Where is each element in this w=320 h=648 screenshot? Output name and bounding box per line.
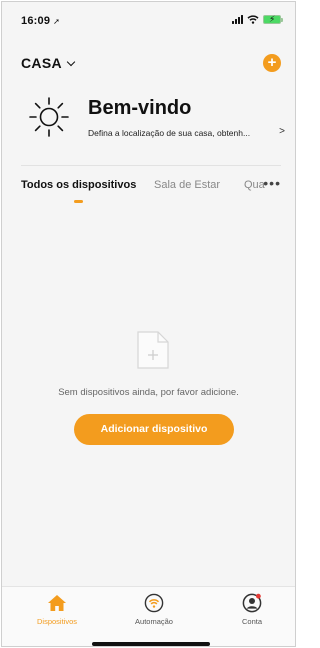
welcome-banner[interactable]: Bem-vindo Defina a localização de sua ca… (24, 91, 285, 147)
empty-state-message: Sem dispositivos ainda, por favor adicio… (58, 387, 239, 398)
wifi-icon (247, 15, 259, 24)
home-indicator (92, 642, 210, 646)
nav-label-devices: Dispositivos (36, 617, 77, 626)
welcome-title: Bem-vindo (88, 97, 192, 119)
active-tab-indicator (74, 200, 83, 203)
app-screen: 16:09 ➚ ⚡ CASA + Bem-vindo Defina a loca… (1, 1, 296, 647)
tab-all-devices[interactable]: Todos os dispositivos (21, 179, 136, 191)
battery-icon: ⚡ (263, 14, 283, 24)
more-options-icon[interactable]: ••• (263, 175, 281, 191)
nav-item-automation[interactable]: Automação (114, 593, 194, 626)
tab-bedroom[interactable]: Qua (244, 179, 265, 191)
chevron-down-icon (66, 57, 76, 66)
bottom-navigation: Dispositivos Automação Conta (2, 586, 295, 646)
home-selector[interactable]: CASA (21, 55, 76, 71)
sun-icon (29, 97, 69, 137)
status-icons: ⚡ (232, 14, 283, 24)
nav-label-automation: Automação (135, 617, 173, 626)
tab-living-room[interactable]: Sala de Estar (154, 179, 220, 191)
home-icon (48, 595, 66, 611)
automation-icon (144, 593, 164, 613)
account-icon (242, 593, 262, 613)
status-time-group: 16:09 ➚ (21, 15, 60, 27)
room-tabs: Todos os dispositivos Sala de Estar Qua … (21, 175, 281, 209)
nav-label-account: Conta (241, 617, 262, 626)
nav-item-account[interactable]: Conta (212, 593, 292, 626)
empty-file-icon (137, 331, 169, 369)
welcome-subtitle: Defina a localização de sua casa, obtenh… (88, 128, 251, 138)
add-device-button[interactable]: Adicionar dispositivo (74, 414, 234, 445)
location-arrow-icon: ➚ (53, 17, 61, 26)
add-button[interactable]: + (263, 54, 281, 72)
nav-item-devices[interactable]: Dispositivos (17, 593, 97, 626)
divider (21, 165, 281, 166)
chevron-right-icon: > (279, 126, 285, 137)
home-name: CASA (21, 55, 62, 71)
cellular-signal-icon (232, 15, 243, 24)
status-bar: 16:09 ➚ ⚡ (2, 2, 295, 36)
status-time: 16:09 (21, 15, 51, 27)
